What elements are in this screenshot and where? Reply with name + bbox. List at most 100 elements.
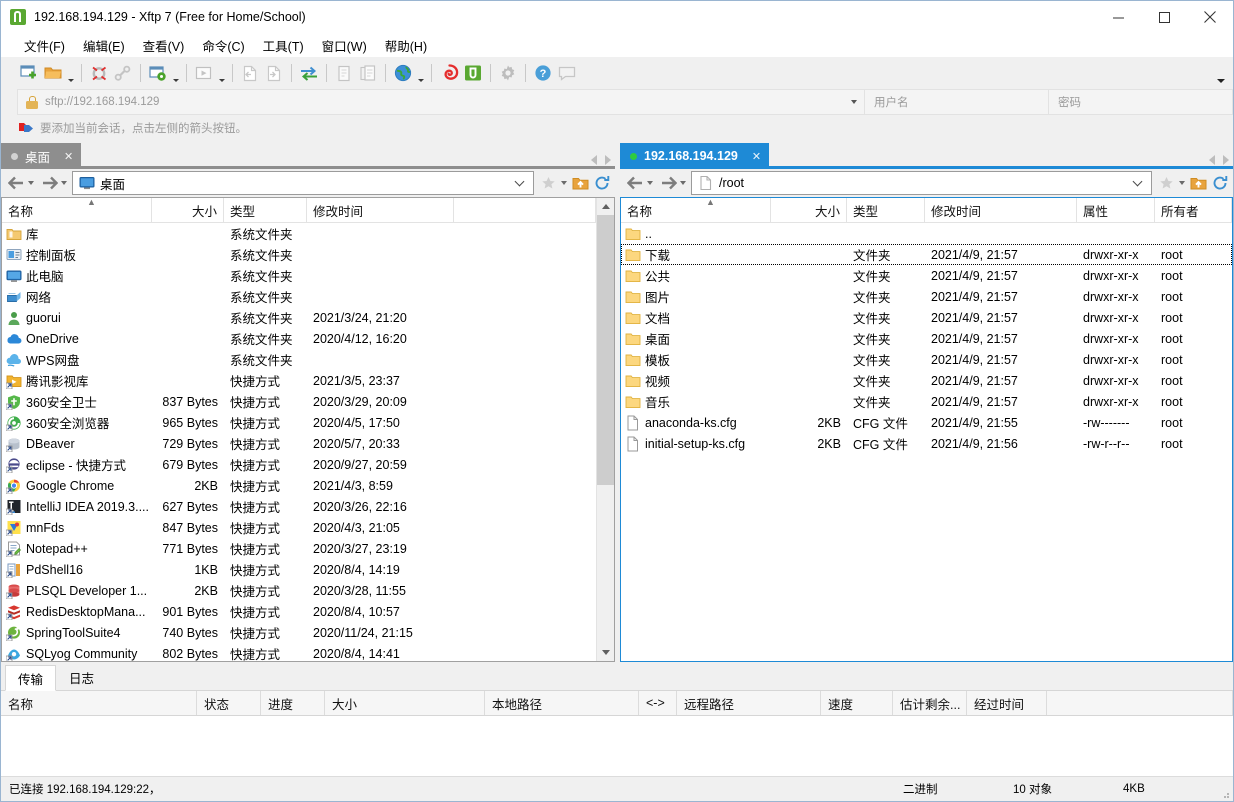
close-button[interactable] <box>1187 1 1233 33</box>
local-bookmark-button[interactable] <box>537 172 559 194</box>
table-row[interactable]: 下载 文件夹 2021/4/9, 21:57 drwxr-xr-x root <box>621 244 1232 265</box>
remote-bookmark-button[interactable] <box>1155 172 1177 194</box>
local-vertical-scrollbar[interactable] <box>596 198 614 661</box>
transfer-column-header[interactable]: 名称 <box>1 691 197 715</box>
column-header-name[interactable]: 名称 <box>2 198 152 222</box>
toolbar-overflow-icon[interactable] <box>1217 79 1225 83</box>
address-url-field[interactable]: sftp://192.168.194.129 <box>17 89 865 115</box>
column-header-size[interactable]: 大小 <box>152 198 224 222</box>
address-dropdown-icon[interactable] <box>851 100 857 104</box>
scroll-up-icon[interactable] <box>597 198 614 215</box>
transfer-column-header[interactable]: 经过时间 <box>967 691 1047 715</box>
transfer-column-header[interactable]: 进度 <box>261 691 325 715</box>
scroll-thumb[interactable] <box>597 215 614 486</box>
remote-parent-folder-button[interactable] <box>1187 172 1209 194</box>
tab-scroll-right-icon[interactable] <box>605 155 611 165</box>
tab-transfer[interactable]: 传输 <box>5 665 57 691</box>
table-row[interactable]: 网络 系统文件夹 <box>2 286 596 307</box>
table-row[interactable]: 控制面板 系统文件夹 <box>2 244 596 265</box>
new-session-icon[interactable] <box>17 61 41 85</box>
column-header-type[interactable]: 类型 <box>224 198 307 222</box>
feedback-icon[interactable] <box>555 61 579 85</box>
transfer-column-header[interactable]: 本地路径 <box>485 691 639 715</box>
remote-back-dropdown-icon[interactable] <box>645 181 655 185</box>
session-settings-dropdown-icon[interactable] <box>170 58 181 89</box>
globe-icon[interactable] <box>391 61 415 85</box>
table-row[interactable]: 库 系统文件夹 <box>2 223 596 244</box>
table-row[interactable]: initial-setup-ks.cfg 2KB CFG 文件 2021/4/9, 2… <box>621 433 1232 454</box>
tab-log[interactable]: 日志 <box>56 665 107 690</box>
copy-icon[interactable] <box>332 61 356 85</box>
local-parent-folder-button[interactable] <box>569 172 591 194</box>
remote-path-input[interactable]: /root <box>691 171 1152 195</box>
transfer-column-header[interactable]: 速度 <box>821 691 893 715</box>
table-row[interactable]: 视频 文件夹 2021/4/9, 21:57 drwxr-xr-x root <box>621 370 1232 391</box>
local-path-dropdown-icon[interactable] <box>516 181 525 186</box>
open-folder-icon[interactable] <box>41 61 65 85</box>
column-header-mtime[interactable]: 修改时间 <box>925 198 1077 222</box>
column-header-name[interactable]: 名称 <box>621 198 771 222</box>
disconnect-icon[interactable] <box>87 61 111 85</box>
table-row[interactable]: 音乐 文件夹 2021/4/9, 21:57 drwxr-xr-x root <box>621 391 1232 412</box>
table-row[interactable]: Notepad++ 771 Bytes 快捷方式 2020/3/27, 23:19 <box>2 538 596 559</box>
transfer-column-header[interactable]: 大小 <box>325 691 485 715</box>
paste-icon[interactable] <box>356 61 380 85</box>
table-row[interactable]: OneDrive 系统文件夹 2020/4/12, 16:20 <box>2 328 596 349</box>
remote-bookmark-dropdown-icon[interactable] <box>1177 181 1187 185</box>
remote-forward-dropdown-icon[interactable] <box>678 181 688 185</box>
table-row[interactable]: PLSQL Developer 1... 2KB 快捷方式 2020/3/28, 11… <box>2 580 596 601</box>
column-header-extra[interactable] <box>454 198 596 222</box>
remote-back-button[interactable] <box>622 176 645 190</box>
table-row[interactable]: DBeaver 729 Bytes 快捷方式 2020/5/7, 20:33 <box>2 433 596 454</box>
local-bookmark-dropdown-icon[interactable] <box>559 181 569 185</box>
transfer-column-header[interactable]: 状态 <box>197 691 261 715</box>
table-row[interactable]: RedisDesktopMana... 901 Bytes 快捷方式 2020/8/4… <box>2 601 596 622</box>
table-row[interactable]: 腾讯影视库 快捷方式 2021/3/5, 23:37 <box>2 370 596 391</box>
minimize-button[interactable] <box>1095 1 1141 33</box>
maximize-button[interactable] <box>1141 1 1187 33</box>
properties-icon[interactable] <box>496 61 520 85</box>
column-header-type[interactable]: 类型 <box>847 198 925 222</box>
scroll-down-icon[interactable] <box>597 644 614 661</box>
table-row[interactable]: mnFds 847 Bytes 快捷方式 2020/4/3, 21:05 <box>2 517 596 538</box>
table-row[interactable]: 文档 文件夹 2021/4/9, 21:57 drwxr-xr-x root <box>621 307 1232 328</box>
xftp-icon[interactable] <box>461 61 485 85</box>
table-row[interactable]: 图片 文件夹 2021/4/9, 21:57 drwxr-xr-x root <box>621 286 1232 307</box>
remote-forward-button[interactable] <box>655 176 678 190</box>
tab-remote-close-icon[interactable]: ✕ <box>752 150 761 163</box>
table-row[interactable]: SpringToolSuite4 740 Bytes 快捷方式 2020/11/24,… <box>2 622 596 643</box>
open-folder-dropdown-icon[interactable] <box>65 58 76 89</box>
help-icon[interactable]: ? <box>531 61 555 85</box>
run-icon[interactable] <box>192 61 216 85</box>
table-row[interactable]: WPS网盘 系统文件夹 <box>2 349 596 370</box>
resize-grip-icon[interactable] <box>1220 789 1230 799</box>
table-row[interactable]: Google Chrome 2KB 快捷方式 2021/4/3, 8:59 <box>2 475 596 496</box>
menu-window[interactable]: 窗口(W) <box>313 33 376 58</box>
tab-scroll-left-icon[interactable] <box>591 155 597 165</box>
menu-tools[interactable]: 工具(T) <box>254 33 313 58</box>
table-row[interactable]: eclipse - 快捷方式 679 Bytes 快捷方式 2020/9/27, 20… <box>2 454 596 475</box>
column-header-attr[interactable]: 属性 <box>1077 198 1155 222</box>
table-row[interactable]: 模板 文件夹 2021/4/9, 21:57 drwxr-xr-x root <box>621 349 1232 370</box>
tab-local-close-icon[interactable]: ✕ <box>64 150 73 163</box>
table-row[interactable]: anaconda-ks.cfg 2KB CFG 文件 2021/4/9, 21:55 -… <box>621 412 1232 433</box>
tab-scroll-right-icon[interactable] <box>1223 155 1229 165</box>
menu-edit[interactable]: 编辑(E) <box>74 33 134 58</box>
table-row[interactable]: PdShell16 1KB 快捷方式 2020/8/4, 14:19 <box>2 559 596 580</box>
table-row[interactable]: 360安全浏览器 965 Bytes 快捷方式 2020/4/5, 17:50 <box>2 412 596 433</box>
table-row[interactable]: 桌面 文件夹 2021/4/9, 21:57 drwxr-xr-x root <box>621 328 1232 349</box>
table-row[interactable]: 360安全卫士 837 Bytes 快捷方式 2020/3/29, 20:09 <box>2 391 596 412</box>
transfer-column-header[interactable]: 估计剩余... <box>893 691 967 715</box>
scroll-track[interactable] <box>597 215 614 644</box>
column-header-mtime[interactable]: 修改时间 <box>307 198 454 222</box>
table-row[interactable]: 此电脑 系统文件夹 <box>2 265 596 286</box>
table-row[interactable]: 公共 文件夹 2021/4/9, 21:57 drwxr-xr-x root <box>621 265 1232 286</box>
menu-command[interactable]: 命令(C) <box>193 33 253 58</box>
transfer-column-header[interactable]: 远程路径 <box>677 691 821 715</box>
remote-refresh-button[interactable] <box>1209 172 1231 194</box>
transfer-column-header[interactable]: <-> <box>639 691 677 715</box>
transfer-right-icon[interactable] <box>262 61 286 85</box>
local-forward-dropdown-icon[interactable] <box>59 181 69 185</box>
menu-view[interactable]: 查看(V) <box>134 33 194 58</box>
xshell-icon[interactable] <box>437 61 461 85</box>
